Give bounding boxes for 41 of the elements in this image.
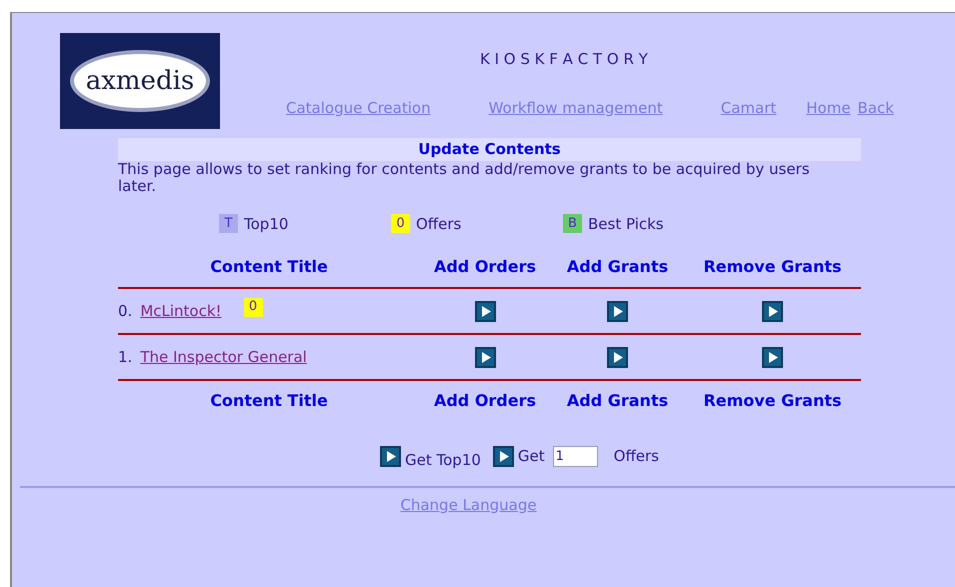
column-header: Content Title (210, 390, 328, 412)
legend-marker: 0 (391, 214, 410, 234)
offers-label: Offers (614, 446, 659, 467)
column-header: Add Grants (566, 390, 668, 412)
legend-marker: B (563, 214, 582, 234)
column-header: Add Orders (434, 256, 536, 278)
nav-link[interactable]: Workflow management (488, 96, 663, 119)
content-link[interactable]: McLintock! (140, 300, 222, 322)
column-header: Add Orders (434, 390, 536, 412)
play-icon[interactable] (474, 346, 496, 368)
play-icon[interactable] (492, 446, 514, 467)
nav-link[interactable]: Back (858, 96, 894, 119)
play-icon[interactable] (607, 346, 628, 368)
play-icon[interactable] (380, 446, 401, 467)
change-language-link[interactable]: Change Language (400, 494, 537, 516)
site-title: K I O S K F A C T O R Y (480, 49, 648, 70)
description: This page allows to set ranking for contents and add/remove grants to be acquired by users later. (118, 160, 811, 194)
nav-link[interactable]: Catalogue Creation (286, 96, 431, 119)
column-header: Add Grants (566, 256, 668, 278)
row-number: 0. (118, 300, 132, 322)
legend-label: Offers (416, 214, 462, 234)
content-link[interactable]: The Inspector General (140, 346, 307, 368)
section-title: Update Contents (118, 138, 861, 160)
count-input[interactable]: 1 (552, 446, 598, 467)
get-top10-label: Get Top10 (405, 450, 481, 471)
play-icon[interactable] (607, 300, 628, 322)
column-header: Remove Grants (703, 390, 842, 412)
play-icon[interactable] (762, 346, 783, 368)
legend-label: Best Picks (588, 214, 664, 234)
play-icon[interactable] (474, 300, 496, 322)
nav-link[interactable]: Camart (720, 96, 776, 119)
offer-badge: 0 (244, 298, 263, 316)
legend-marker: T (219, 214, 238, 234)
nav-link[interactable]: Home (806, 96, 851, 119)
play-icon[interactable] (762, 300, 783, 322)
logo-text: axmedis (86, 64, 194, 98)
row-number: 1. (118, 346, 132, 368)
column-header: Content Title (210, 256, 328, 278)
legend-label: Top10 (244, 214, 288, 234)
get-label: Get (518, 446, 545, 467)
column-header: Remove Grants (703, 256, 842, 278)
